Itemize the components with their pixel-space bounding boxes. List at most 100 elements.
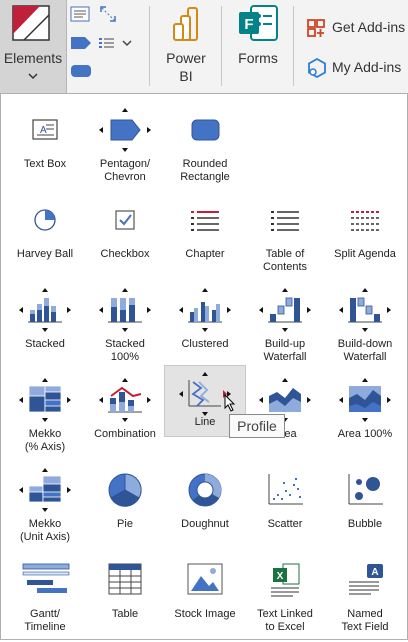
gallery-item-label: Harvey Ball: [16, 248, 74, 260]
power-bi-label: Power BI: [166, 50, 206, 84]
my-add-ins-button[interactable]: My Add-ins: [300, 54, 408, 80]
ribbon-separator: [221, 6, 222, 86]
gallery-item-label: Text Box: [23, 158, 67, 170]
table-of-contents-icon: [271, 211, 299, 231]
pie-chart-icon: [108, 473, 142, 507]
gallery-item-clustered[interactable]: Clustered: [165, 282, 245, 372]
gallery-item-scatter[interactable]: Scatter: [245, 462, 325, 552]
rounded-rect-small-icon[interactable]: [70, 64, 92, 78]
gallery-item-stock-image[interactable]: Stock Image: [165, 552, 245, 642]
get-add-ins-label: Get Add-ins: [332, 19, 406, 35]
gallery-item-label: Scatter: [267, 518, 303, 530]
split-agenda-icon: [351, 211, 379, 231]
excel-linked-text-icon: X: [271, 563, 300, 597]
mekko-percent-icon: [19, 378, 71, 422]
elements-gallery: A Text Box Pentagon/ Chevron Rounded Rec…: [0, 93, 408, 640]
mekko-unit-icon: [19, 468, 71, 512]
gallery-item-rounded-rectangle[interactable]: Rounded Rectangle: [165, 102, 245, 192]
elements-label: Elements: [3, 50, 63, 66]
gallery-item-build-up-waterfall[interactable]: Build-up Waterfall: [245, 282, 325, 372]
gallery-item-label: Chapter: [185, 248, 225, 260]
gallery-item-harvey-ball[interactable]: Harvey Ball: [5, 192, 85, 282]
gallery-item-label: Mekko (% Axis): [24, 428, 66, 453]
gallery-item-label: Build-up Waterfall: [263, 338, 307, 363]
gallery-item-text-box[interactable]: A Text Box: [5, 102, 85, 192]
svg-text:A: A: [371, 567, 378, 578]
gallery-item-stacked-100[interactable]: Stacked 100%: [85, 282, 165, 372]
gallery-item-chapter[interactable]: Chapter: [165, 192, 245, 282]
gallery-item-build-down-waterfall[interactable]: Build-down Waterfall: [325, 282, 405, 372]
tooltip: Profile: [229, 414, 285, 438]
checkbox-icon: [115, 210, 135, 230]
chapter-icon: [191, 211, 219, 231]
forms-button[interactable]: F Forms: [224, 0, 292, 93]
gantt-icon: [22, 563, 70, 593]
harvey-ball-icon: [34, 209, 56, 231]
gallery-item-label: Area 100%: [337, 428, 393, 440]
gallery-item-mekko-axis[interactable]: Mekko (% Axis): [5, 372, 85, 462]
svg-text:F: F: [244, 16, 253, 33]
power-bi-icon: [173, 7, 198, 41]
named-text-field-icon: A: [349, 564, 383, 595]
gallery-item-stacked[interactable]: Stacked: [5, 282, 85, 372]
gallery-item-label: Named Text Field: [341, 608, 389, 633]
gallery-item-label: Gantt/ Timeline: [24, 608, 66, 633]
ribbon: Elements Power BI F Forms Get Add-ins My…: [0, 0, 408, 93]
chevron-down-icon: [28, 73, 38, 80]
svg-text:A: A: [40, 125, 47, 136]
rounded-rectangle-icon: [191, 119, 220, 141]
stacked-100-chart-icon: [99, 288, 151, 332]
gallery-item-label: Pie: [117, 518, 133, 530]
list-dropdown-icon[interactable]: [98, 36, 134, 50]
get-add-ins-button[interactable]: Get Add-ins: [300, 14, 408, 40]
gallery-item-area-100[interactable]: Area 100%: [325, 372, 405, 462]
resize-icon[interactable]: [100, 6, 116, 22]
my-add-ins-icon: [308, 57, 326, 79]
mouse-cursor-icon: [224, 394, 236, 412]
forms-icon: F: [239, 5, 278, 41]
build-down-waterfall-icon: [339, 288, 391, 332]
gallery-item-table-of-contents[interactable]: Table of Contents: [245, 192, 325, 282]
gallery-item-text-linked-excel[interactable]: X Text Linked to Excel: [245, 552, 325, 642]
gallery-item-label: Table of Contents: [262, 248, 308, 273]
gallery-item-label: Rounded Rectangle: [180, 158, 230, 183]
ribbon-separator: [149, 6, 150, 86]
stacked-chart-icon: [19, 288, 71, 332]
doughnut-chart-icon: [188, 473, 222, 507]
gallery-item-checkbox[interactable]: Checkbox: [85, 192, 165, 282]
gallery-item-label: Stacked 100%: [105, 338, 145, 363]
gallery-item-label: Bubble: [347, 518, 383, 530]
text-box-icon: A: [32, 119, 58, 140]
gallery-item-label: Stacked: [25, 338, 65, 350]
gallery-item-mekko-unit[interactable]: Mekko (Unit Axis): [5, 462, 85, 552]
gallery-item-label: Stock Image: [174, 608, 236, 620]
pentagon-small-icon[interactable]: [70, 36, 92, 50]
gallery-item-gantt[interactable]: Gantt/ Timeline: [5, 552, 85, 642]
gallery-item-label: Text Linked to Excel: [257, 608, 313, 633]
build-up-waterfall-icon: [259, 288, 311, 332]
scatter-chart-icon: [268, 474, 303, 505]
elements-button[interactable]: Elements: [0, 0, 67, 93]
area-100-chart-icon: [339, 378, 391, 422]
gallery-item-split-agenda[interactable]: Split Agenda: [325, 192, 405, 282]
gallery-item-label: Table: [111, 608, 139, 620]
gallery-item-combination[interactable]: Combination: [85, 372, 165, 462]
gallery-item-doughnut[interactable]: Doughnut: [165, 462, 245, 552]
add-ins-icon: [307, 19, 325, 37]
stock-image-icon: [187, 563, 223, 595]
combination-chart-icon: [99, 378, 151, 422]
gallery-item-table[interactable]: Table: [85, 552, 165, 642]
forms-label: Forms: [238, 50, 278, 66]
gallery-item-named-text-field[interactable]: A Named Text Field: [325, 552, 405, 642]
pentagon-chevron-icon: [99, 108, 151, 152]
gallery-item-label: Pentagon/ Chevron: [99, 158, 151, 183]
gallery-item-pie[interactable]: Pie: [85, 462, 165, 552]
gallery-item-bubble[interactable]: Bubble: [325, 462, 405, 552]
my-add-ins-label: My Add-ins: [332, 59, 402, 75]
gallery-item-pentagon-chevron[interactable]: Pentagon/ Chevron: [85, 102, 165, 192]
ribbon-separator: [293, 6, 294, 86]
gallery-item-label: Mekko (Unit Axis): [19, 518, 71, 543]
power-bi-button[interactable]: Power BI: [152, 0, 220, 93]
text-box-small-icon[interactable]: [70, 6, 90, 22]
gallery-item-label: Clustered: [181, 338, 229, 350]
